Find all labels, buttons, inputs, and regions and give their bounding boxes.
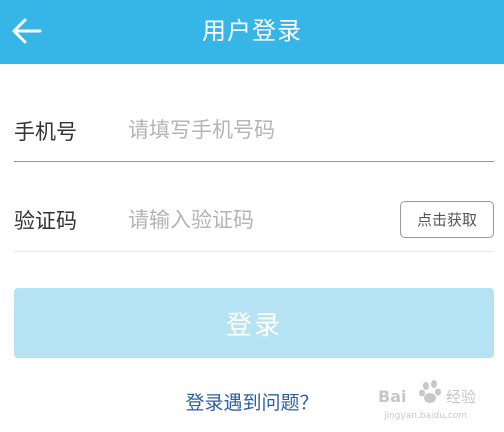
code-label: 验证码: [14, 208, 77, 233]
back-button[interactable]: [6, 10, 50, 54]
header-bar: 用户登录: [0, 0, 504, 64]
login-help-label[interactable]: 登录遇到问题？: [185, 392, 318, 414]
phone-label: 手机号: [14, 119, 77, 144]
phone-input[interactable]: [128, 108, 388, 152]
arrow-left-icon: [12, 18, 42, 44]
login-help-link[interactable]: 登录遇到问题？: [0, 388, 504, 418]
get-code-button[interactable]: 点击获取: [400, 201, 494, 238]
page-title: 用户登录: [202, 17, 302, 45]
code-row: 验证码 点击获取: [14, 188, 494, 252]
phone-row: 手机号: [14, 100, 494, 162]
login-button[interactable]: 登录: [14, 288, 494, 358]
code-input[interactable]: [128, 198, 388, 242]
